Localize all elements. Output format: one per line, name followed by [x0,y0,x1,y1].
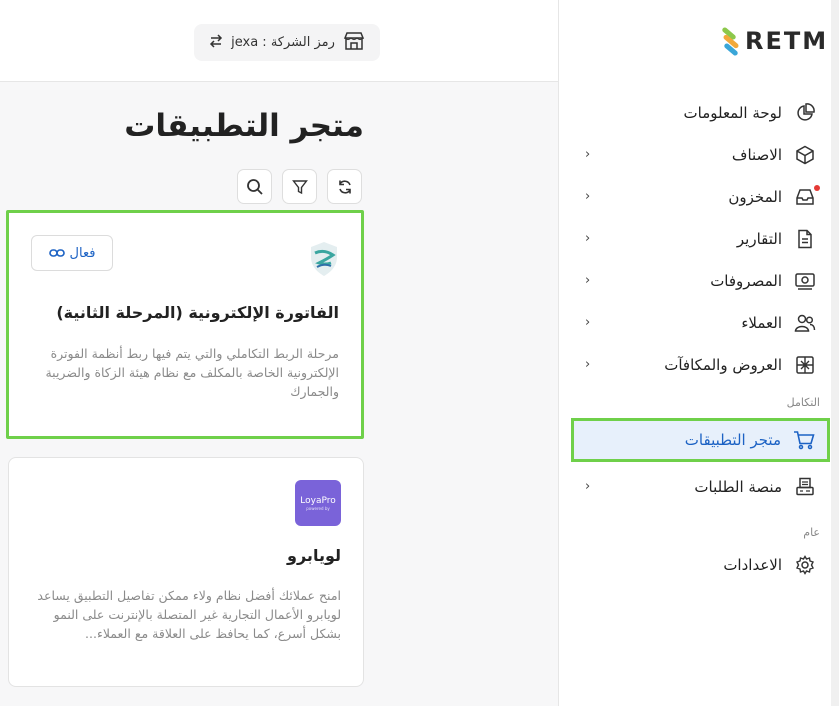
sidebar-item-label: التقارير [736,230,782,248]
app-description: امنح عملائك أفضل نظام ولاء ممكن تفاصيل ا… [37,588,341,641]
chevron-left-icon[interactable]: ‹ [585,479,590,494]
gear-icon [794,554,816,576]
sidebar-item-label: متجر التطبيقات [684,431,781,449]
brand-name: RETM [745,27,829,55]
sidebar-item-inventory[interactable]: المخزون ‹ [559,176,839,218]
chevron-left-icon[interactable]: ‹ [585,273,590,288]
sidebar-item-offers[interactable]: العروض والمكافآت ‹ [559,344,839,386]
page-title: متجر التطبيقات [124,108,364,144]
sidebar-item-label: منصة الطلبات [694,478,782,496]
users-icon [794,312,816,334]
status-label: فعال [69,245,96,261]
app-description: مرحلة الربط التكاملي والتي يتم فيها ربط … [45,346,339,399]
inbox-icon [794,186,816,208]
link-icon [48,249,65,257]
sidebar-item-customers[interactable]: العملاء ‹ [559,302,839,344]
sidebar-item-label: العروض والمكافآت [664,356,782,374]
toolbar [237,169,362,204]
chevron-left-icon[interactable]: ‹ [585,357,590,372]
sidebar-item-dashboard[interactable]: لوحة المعلومات [559,92,839,134]
sidebar: RETM لوحة المعلومات الاصناف ‹ المخزون ‹ … [558,0,839,706]
zatca-logo [309,241,339,281]
app-title: لويابرو [287,546,341,565]
sidebar-item-expenses[interactable]: المصروفات ‹ [559,260,839,302]
sidebar-item-label: الاصناف [731,146,782,164]
loyapro-logo-text: LoyaPro [300,495,336,506]
filter-button[interactable] [282,169,317,204]
section-label-integration: التكامل [786,396,820,409]
sidebar-item-products[interactable]: الاصناف ‹ [559,134,839,176]
app-title: الفاتورة الإلكترونية (المرحلة الثانية) [56,303,339,322]
refresh-button[interactable] [327,169,362,204]
sidebar-item-label: العملاء [741,314,782,332]
company-code-label: رمز الشركة : jexa [231,35,335,50]
sidebar-item-label: المخزون [728,188,782,206]
search-button[interactable] [237,169,272,204]
document-icon [794,228,816,250]
filter-icon [291,179,308,194]
switch-icon [209,33,223,52]
brand-mark-icon [719,26,741,57]
top-bar: رمز الشركة : jexa [0,0,558,82]
status-active-button[interactable]: فعال [31,235,113,271]
sidebar-item-app-store[interactable]: متجر التطبيقات [571,418,830,462]
section-label-general: عام [803,526,820,539]
pos-icon [794,476,816,498]
sidebar-nav: لوحة المعلومات الاصناف ‹ المخزون ‹ التقا… [559,92,839,586]
sidebar-item-label: المصروفات [710,272,782,290]
store-icon [343,31,365,55]
box-icon [794,144,816,166]
chevron-left-icon[interactable]: ‹ [585,315,590,330]
chevron-left-icon[interactable]: ‹ [585,231,590,246]
pie-chart-icon [794,102,816,124]
sidebar-item-orders-platform[interactable]: منصة الطلبات ‹ [559,466,839,508]
sidebar-item-settings[interactable]: الاعدادات [559,544,839,586]
money-icon [794,270,816,292]
sidebar-item-reports[interactable]: التقارير ‹ [559,218,839,260]
notification-dot [814,185,820,191]
loyapro-logo: LoyaPro powered by [295,480,341,526]
app-card-einvoice[interactable]: فعال الفاتورة الإلكترونية (المرحلة الثان… [6,210,364,439]
search-icon [246,178,263,195]
cart-icon [793,429,815,451]
refresh-icon [338,179,351,194]
chevron-left-icon[interactable]: ‹ [585,147,590,162]
gift-icon [794,354,816,376]
sidebar-item-label: لوحة المعلومات [683,104,783,122]
sidebar-item-label: الاعدادات [723,556,782,574]
scrollbar[interactable] [831,0,839,706]
brand-logo[interactable]: RETM [719,26,829,57]
app-card-loyapro[interactable]: LoyaPro powered by لويابرو امنح عملائك أ… [8,457,364,687]
loyapro-logo-sub: powered by [306,505,330,511]
company-code-chip[interactable]: رمز الشركة : jexa [194,24,380,61]
chevron-left-icon[interactable]: ‹ [585,189,590,204]
